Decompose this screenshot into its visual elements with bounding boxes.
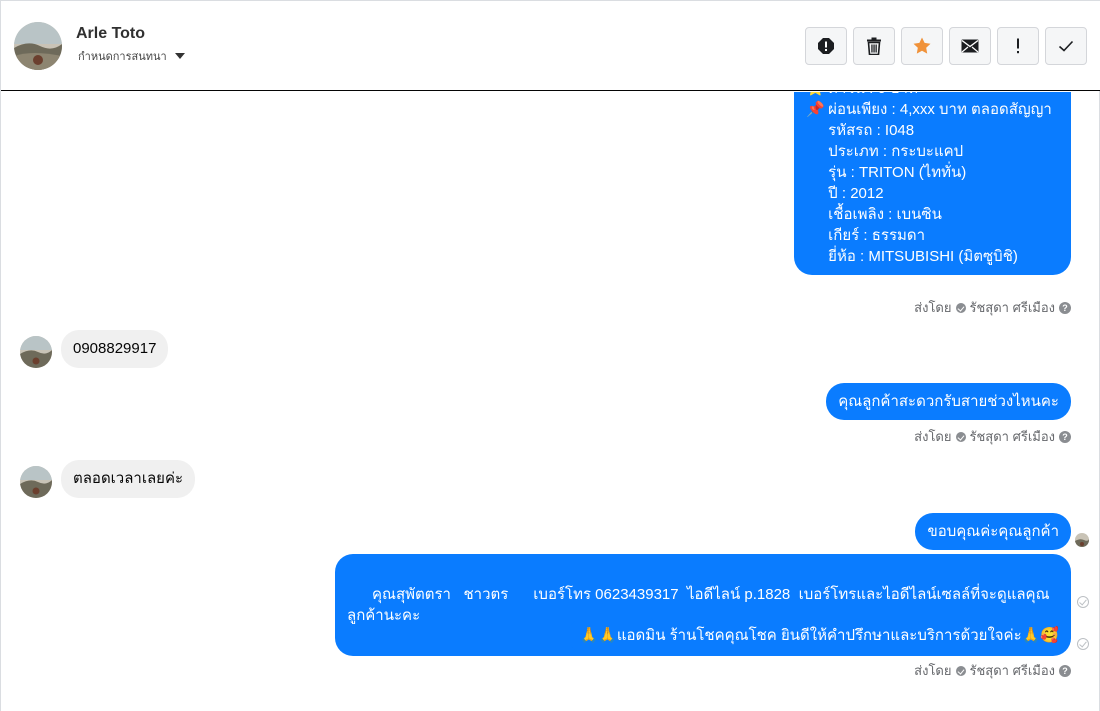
message-outgoing-thanks[interactable]: ขอบคุณค่ะคุณลูกค้า [915,513,1071,550]
star-button[interactable] [901,27,943,65]
conversation-header: Arle Toto กำหนดการสนทนา [1,1,1100,91]
car-info-line: ประเภท : กระบะแคป [806,141,1059,162]
contact-avatar-small[interactable] [20,466,52,498]
help-icon[interactable]: ? [1059,664,1071,677]
message-text: 0908829917 [73,340,157,357]
delete-button[interactable] [853,27,895,65]
caret-down-icon [174,53,185,59]
message-text: ขอบคุณค่ะคุณลูกค้า [927,523,1059,540]
message-outgoing-ask[interactable]: คุณลูกค้าสะดวกรับสายช่วงไหนคะ [826,383,1071,420]
car-info-line: เชื้อเพลิง : เบนซิน [806,204,1059,225]
contact-name: Arle Toto [76,25,146,42]
help-icon[interactable]: ? [1059,301,1071,314]
car-info-line: ⭐ ดาวน์ : 0 บาท [806,92,1059,99]
car-info-line: ปี : 2012 [806,183,1059,204]
contact-avatar[interactable] [14,22,62,70]
car-info-line: เกียร์ : ธรรมดา [806,225,1059,246]
assign-conversation-label: กำหนดการสนทนา [78,51,167,63]
car-info-text: ประเภท : กระบะแคป [828,143,964,160]
car-info-line: รหัสรถ : I048 [806,120,1059,141]
mark-done-button[interactable] [1045,27,1087,65]
seen-by-avatar [1075,533,1089,547]
trash-icon [867,37,881,55]
car-info-text: ยี่ห้อ : MITSUBISHI (มิตซูบิชิ) [828,248,1018,265]
message-car-info[interactable]: ⭐ ดาวน์ : 0 บาท📌 ผ่อนเพียง : 4,xxx บาท ต… [794,92,1071,275]
contact-avatar-small[interactable] [20,336,52,368]
car-info-text: ผ่อนเพียง : 4,xxx บาท ตลอดสัญญา [828,101,1052,118]
sent-by-agent: รัชสุดา ศรีเมือง [969,300,1056,315]
car-info-text: เชื้อเพลิง : เบนซิน [828,206,942,223]
delivered-icon [1077,638,1089,650]
sent-by-info: ส่งโดย รัชสุดา ศรีเมือง ? [914,660,1071,681]
message-text: 🙏🙏แอดมิน ร้านโชคคุณโชค ยินดีให้คำปรึกษาแ… [579,627,1059,644]
header-actions [805,27,1087,65]
star-emoji-icon: ⭐ [806,92,825,99]
sent-by-agent: รัชสุดา ศรีเมือง [969,663,1056,678]
star-icon [913,37,931,54]
pin-emoji-icon: 📌 [806,101,825,118]
car-info-line: รุ่น : TRITON (ไททั่น) [806,162,1059,183]
verified-icon [955,431,966,442]
sent-by-prefix: ส่งโดย [914,300,952,315]
car-info-text: ดาวน์ : 0 บาท [828,92,918,97]
report-icon [818,38,834,54]
message-incoming-phone[interactable]: 0908829917 [61,330,169,368]
mail-icon [961,39,979,53]
message-incoming-anytime[interactable]: ตลอดเวลาเลยค่ะ [61,460,196,498]
car-info-text: เกียร์ : ธรรมดา [828,227,926,244]
car-info-text: รุ่น : TRITON (ไททั่น) [828,164,967,181]
message-text: คุณลูกค้าสะดวกรับสายช่วงไหนคะ [838,393,1059,410]
sent-by-agent: รัชสุดา ศรีเมือง [969,429,1056,444]
sent-by-info: ส่งโดย รัชสุดา ศรีเมือง ? [914,426,1071,447]
sent-by-prefix: ส่งโดย [914,663,952,678]
car-info-text: รหัสรถ : I048 [828,122,915,139]
verified-icon [955,302,966,313]
car-info-line: ยี่ห้อ : MITSUBISHI (มิตซูบิชิ) [806,246,1059,267]
help-icon[interactable]: ? [1059,430,1071,443]
mail-button[interactable] [949,27,991,65]
delivered-icon [1077,596,1089,608]
message-outgoing-admin[interactable]: 🙏🙏แอดมิน ร้านโชคคุณโชค ยินดีให้คำปรึกษาแ… [567,617,1071,654]
message-text: ตลอดเวลาเลยค่ะ [73,470,184,487]
assign-conversation-dropdown[interactable]: กำหนดการสนทนา [78,47,185,65]
message-thread[interactable]: ⭐ ดาวน์ : 0 บาท📌 ผ่อนเพียง : 4,xxx บาท ต… [1,92,1100,711]
mark-important-button[interactable] [997,27,1039,65]
chat-window: Arle Toto กำหนดการสนทนา 📌 ผ่อนเพียง: 4,… [0,0,1100,711]
exclamation-icon [1017,38,1019,54]
sent-by-info: ส่งโดย รัชสุดา ศรีเมือง ? [914,297,1071,318]
report-button[interactable] [805,27,847,65]
car-info-text: ปี : 2012 [828,185,884,202]
car-info-line: 📌 ผ่อนเพียง : 4,xxx บาท ตลอดสัญญา [806,99,1059,120]
verified-icon [955,665,966,676]
sent-by-prefix: ส่งโดย [914,429,952,444]
check-icon [1058,40,1074,52]
